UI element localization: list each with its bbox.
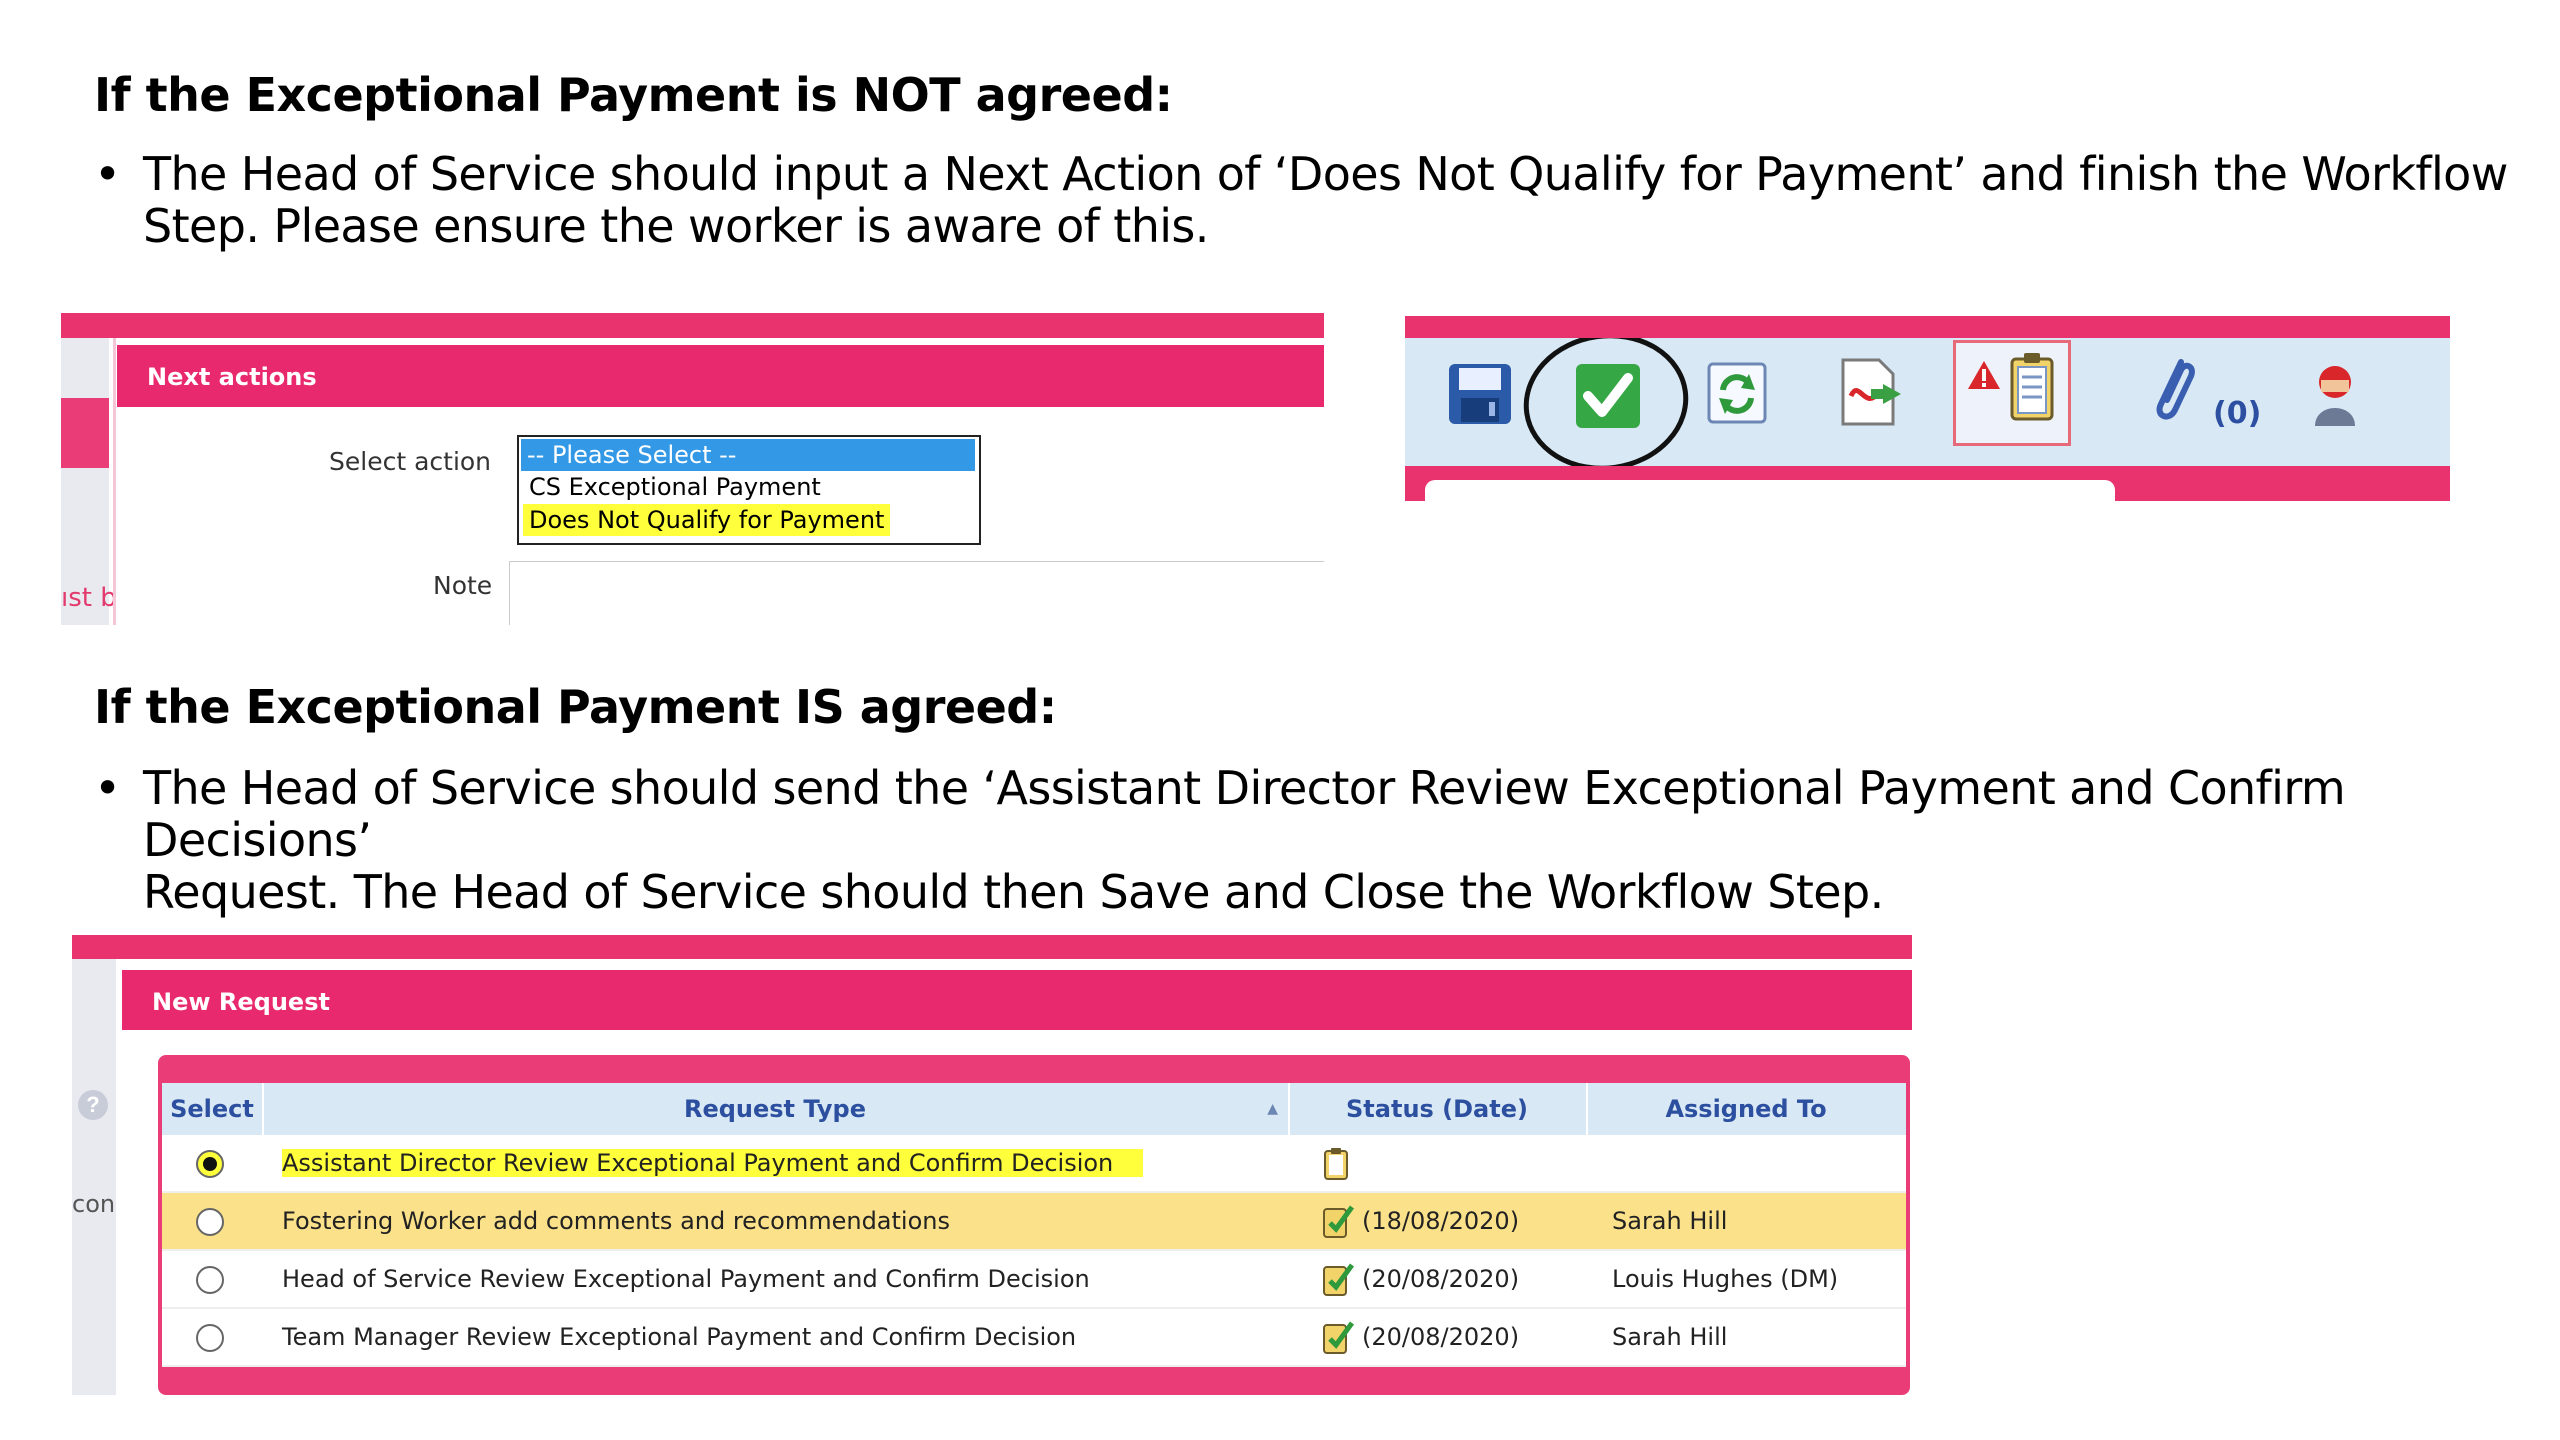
table-header: Select Request Type ▲ Status (Date) Assi… [162,1083,1906,1135]
request-type-cell: Head of Service Review Exceptional Payme… [282,1265,1090,1293]
instruction-text: The Head of Service should input a Next … [143,148,2560,252]
finish-check-icon[interactable] [1522,338,1690,466]
panel-top-bar [61,313,1324,338]
request-type-cell: Fostering Worker add comments and recomm… [282,1207,950,1235]
section-heading-agreed: If the Exceptional Payment IS agreed: [94,680,1057,734]
option-cs-exceptional-payment[interactable]: CS Exceptional Payment [523,471,821,503]
table-row[interactable]: Fostering Worker add comments and recomm… [162,1193,1906,1251]
next-actions-panel: ıst b Next actions Select action -- Plea… [61,313,1324,625]
request-type-text: Assistant Director Review Exceptional Pa… [282,1149,1144,1177]
instruction-line-1: The Head of Service should send the ‘Ass… [143,761,2346,867]
request-table: Select Request Type ▲ Status (Date) Assi… [158,1055,1910,1395]
clipboard-icon [1324,1148,1348,1180]
next-actions-title: Next actions [147,363,317,391]
status-date-cell: (20/08/2020) [1362,1323,1520,1351]
attachment-count: (0) [2213,396,2262,431]
left-nav-strip [61,338,109,625]
toolbar-tab [1425,480,2115,501]
column-assigned-to[interactable]: Assigned To [1586,1083,1906,1135]
option-does-not-qualify[interactable]: Does Not Qualify for Payment [523,504,891,536]
workflow-toolbar: (0) [1405,316,2450,501]
sort-ascending-icon: ▲ [1267,1101,1278,1117]
clipboard-check-icon [1323,1263,1355,1296]
next-actions-header: Next actions [117,345,1324,407]
table-row[interactable]: Team Manager Review Exceptional Payment … [162,1309,1906,1367]
left-cut-text: con [72,1190,116,1218]
instruction-line-2: Step. Please ensure the worker is aware … [143,199,1209,253]
select-radio[interactable] [196,1266,224,1294]
status-date-cell: (20/08/2020) [1362,1265,1520,1293]
clipboard-check-icon [1323,1321,1355,1354]
request-type-cell: Assistant Director Review Exceptional Pa… [282,1135,1144,1191]
table-row[interactable]: Head of Service Review Exceptional Payme… [162,1251,1906,1309]
attachment-icon[interactable] [2143,352,2203,432]
alert-clipboard-icon [1968,353,2054,421]
column-request-type-label: Request Type [683,1095,867,1123]
refresh-icon[interactable] [1705,360,1769,426]
panel-top-bar [72,935,1912,959]
note-label: Note [433,571,493,600]
column-select[interactable]: Select [162,1083,264,1135]
instruction-text: The Head of Service should send the ‘Ass… [143,762,2560,918]
left-cut-text: ıst b [61,583,117,613]
bullet-dot: • [94,147,122,201]
save-icon[interactable] [1445,358,1515,428]
left-nav-strip [72,959,116,1395]
table-row[interactable]: Assistant Director Review Exceptional Pa… [162,1135,1906,1193]
select-action-label: Select action [329,447,492,476]
new-request-panel: ? con New Request Select Request Type ▲ … [72,935,1912,1395]
instruction-line-1: The Head of Service should input a Next … [143,147,2508,201]
user-icon[interactable] [2307,360,2363,430]
clipboard-check-icon [1323,1205,1355,1238]
help-icon[interactable]: ? [78,1090,108,1120]
new-request-header: New Request [122,970,1912,1030]
select-radio[interactable] [196,1324,224,1352]
left-nav-tab[interactable] [61,398,109,468]
pdf-export-icon[interactable] [1835,356,1915,428]
column-request-type[interactable]: Request Type ▲ [262,1083,1290,1135]
select-radio[interactable] [196,1150,224,1178]
assigned-to-cell: Sarah Hill [1612,1323,1728,1351]
section-heading-not-agreed: If the Exceptional Payment is NOT agreed… [94,68,1173,122]
option-please-select[interactable]: -- Please Select -- [521,439,975,471]
assigned-to-cell: Louis Hughes (DM) [1612,1265,1839,1293]
assigned-to-cell: Sarah Hill [1612,1207,1728,1235]
status-date-cell: (18/08/2020) [1362,1207,1520,1235]
new-request-title: New Request [152,988,330,1016]
bullet-dot: • [94,761,122,815]
select-radio[interactable] [196,1208,224,1236]
instruction-line-2: Request. The Head of Service should then… [143,865,1884,919]
note-input[interactable] [509,561,1324,625]
alert-clipboard-button[interactable] [1953,340,2071,446]
column-status-date[interactable]: Status (Date) [1288,1083,1588,1135]
toolbar-bottom-bar [1405,466,2450,501]
request-type-cell: Team Manager Review Exceptional Payment … [282,1323,1077,1351]
select-action-dropdown[interactable]: -- Please Select -- CS Exceptional Payme… [517,435,981,545]
toolbar-top-bar [1405,316,2450,338]
